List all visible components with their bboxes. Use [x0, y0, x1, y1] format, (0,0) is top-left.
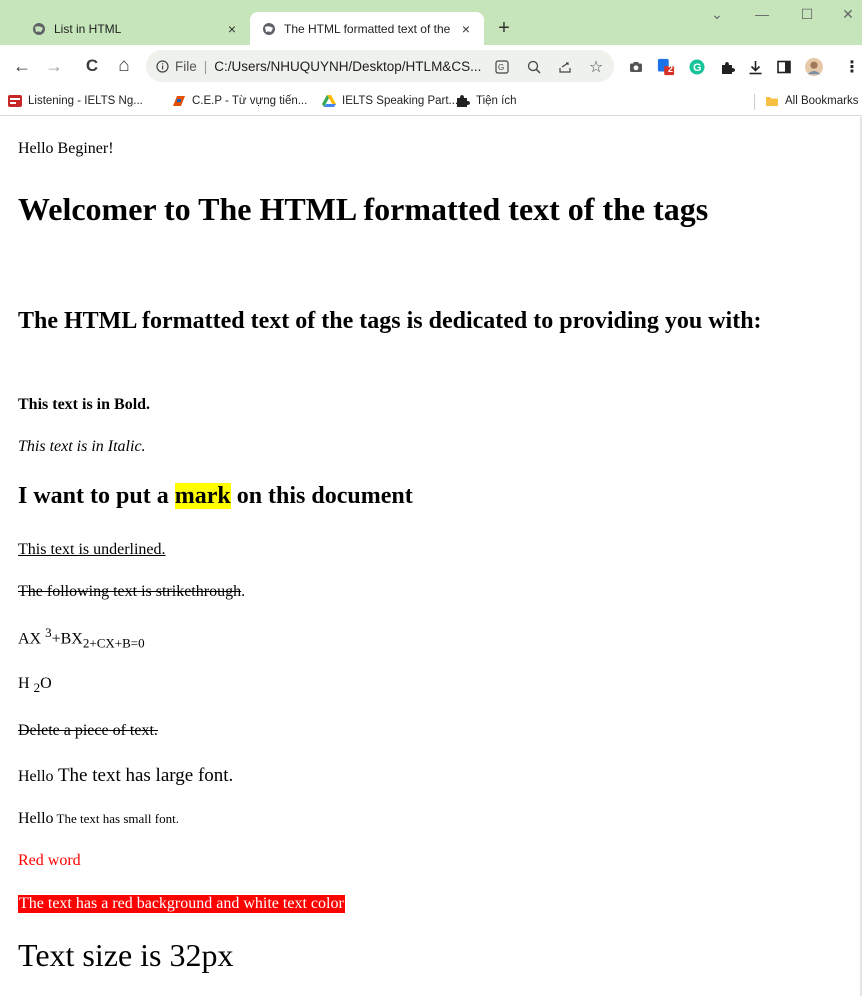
- reload-button[interactable]: C: [80, 54, 104, 78]
- underlined-text: This text is underlined.: [18, 541, 166, 558]
- share-icon[interactable]: [556, 58, 574, 76]
- download-icon[interactable]: [746, 58, 764, 76]
- large-font-text: The text has large font.: [53, 765, 234, 786]
- equation-subscript: 2+CX+B=0: [82, 635, 145, 651]
- equation-part-a: AX: [18, 630, 46, 648]
- bookmark-item[interactable]: C.E.P - Từ vựng tiến...: [172, 94, 307, 108]
- strikethrough-line: The following text is strikethrough.: [18, 583, 245, 601]
- forward-button[interactable]: →: [42, 54, 66, 78]
- red-background-text: The text has a red background and white …: [18, 895, 345, 913]
- extension-badge-count: 2: [668, 64, 674, 74]
- all-bookmarks-label: All Bookmarks: [785, 95, 859, 107]
- small-font-line: Hello The text has small font.: [18, 810, 179, 828]
- tab-search-icon[interactable]: ⌄: [705, 6, 729, 23]
- tab-formatted-text[interactable]: The HTML formatted text of the ×: [250, 12, 484, 45]
- new-tab-button[interactable]: +: [492, 18, 516, 42]
- minimize-button[interactable]: —: [750, 6, 774, 22]
- zoom-icon[interactable]: [525, 58, 543, 76]
- mark-heading-before: I want to put a: [18, 483, 175, 509]
- large-font-line: Hello The text has large font.: [18, 765, 233, 787]
- mark-heading-after: on this document: [230, 483, 413, 509]
- tab-title: List in HTML: [54, 21, 122, 36]
- globe-icon: [33, 22, 45, 35]
- strikethrough-text: The following text is strikethrough: [18, 583, 242, 600]
- url-scheme-label: File: [175, 58, 197, 74]
- equation-text: AX 3+BX2+CX+B=0: [18, 625, 145, 652]
- home-button[interactable]: ⌂: [112, 54, 136, 78]
- close-window-button[interactable]: ✕: [836, 6, 860, 23]
- cep-favicon-icon: [173, 96, 185, 106]
- info-icon: [156, 59, 169, 73]
- puzzle-icon: [457, 95, 470, 107]
- page-heading: Welcomer to The HTML formatted text of t…: [18, 191, 709, 227]
- mark-heading: I want to put a mark on this document: [18, 482, 838, 511]
- bookmarks-divider: [754, 94, 755, 110]
- deleted-text-line: Delete a piece of text.: [18, 722, 158, 740]
- google-drive-icon: [322, 95, 336, 107]
- camera-extension-icon[interactable]: [627, 58, 645, 76]
- highlighted-mark: mark: [174, 483, 231, 509]
- ielts-favicon-icon: [8, 95, 22, 107]
- extension-badge-icon[interactable]: 2: [657, 58, 675, 76]
- red-word-text: Red word: [18, 852, 81, 869]
- water-h: H: [18, 675, 34, 692]
- extensions-puzzle-icon[interactable]: [718, 58, 736, 76]
- all-bookmarks-button[interactable]: All Bookmarks: [765, 94, 859, 108]
- bookmark-label: C.E.P - Từ vựng tiến...: [192, 95, 308, 107]
- tab-strip: List in HTML × The HTML formatted text o…: [0, 0, 862, 45]
- bookmark-label: IELTS Speaking Part...: [342, 95, 459, 107]
- bold-text: This text is in Bold.: [18, 396, 151, 413]
- svg-text:G: G: [498, 63, 504, 72]
- bookmark-item[interactable]: IELTS Speaking Part...: [322, 94, 458, 108]
- bookmark-star-icon[interactable]: ☆: [587, 58, 605, 76]
- tab-close-icon[interactable]: ×: [458, 21, 474, 37]
- section-heading: The HTML formatted text of the tags is d…: [18, 308, 762, 334]
- red-background-line: The text has a red background and white …: [18, 895, 345, 913]
- back-button[interactable]: ←: [10, 54, 34, 78]
- italic-text: This text is in Italic.: [18, 438, 146, 455]
- menu-kebab-icon[interactable]: ⋮: [843, 58, 861, 76]
- small-hello: Hello: [18, 810, 54, 827]
- page-content: Hello Beginer! Welcomer to The HTML form…: [0, 117, 862, 996]
- side-panel-icon[interactable]: [775, 58, 793, 76]
- grammarly-icon[interactable]: G: [688, 58, 706, 76]
- water-o: O: [40, 675, 52, 692]
- url-separator: |: [203, 58, 208, 74]
- translate-icon[interactable]: G: [493, 58, 511, 76]
- tab-title: The HTML formatted text of the: [284, 21, 451, 36]
- address-bar[interactable]: File | C:/Users/NHUQUYNH/Desktop/HTLM&CS…: [146, 50, 614, 82]
- size-32-text: Text size is 32px: [18, 937, 234, 973]
- small-font-text: The text has small font.: [53, 811, 179, 826]
- folder-icon: [766, 97, 778, 106]
- greeting-text: Hello Beginer!: [18, 140, 114, 157]
- strikethrough-period: .: [241, 583, 246, 600]
- tab-close-icon[interactable]: ×: [224, 21, 240, 37]
- browser-toolbar: ← → C ⌂ File | C:/Users/NHUQUYNH/Desktop…: [0, 45, 862, 88]
- profile-avatar[interactable]: [805, 58, 823, 76]
- bookmark-item[interactable]: Listening - IELTS Ng...: [8, 94, 143, 108]
- tab-list-in-html[interactable]: List in HTML ×: [20, 12, 250, 45]
- bookmark-item[interactable]: Tiện ích: [456, 94, 516, 108]
- water-formula: H 2O: [18, 675, 52, 696]
- large-hello: Hello: [18, 768, 54, 785]
- bookmark-label: Tiện ích: [476, 95, 517, 107]
- deleted-text: Delete a piece of text.: [18, 722, 158, 739]
- globe-icon: [263, 22, 275, 35]
- svg-text:G: G: [693, 62, 702, 74]
- bookmarks-bar: Listening - IELTS Ng... C.E.P - Từ vựng …: [0, 88, 862, 116]
- equation-part-b: +BX: [51, 630, 83, 648]
- url-text[interactable]: C:/Users/NHUQUYNH/Desktop/HTLM&CS...: [214, 59, 514, 74]
- restore-button[interactable]: ☐: [795, 6, 819, 23]
- bookmark-label: Listening - IELTS Ng...: [28, 95, 143, 107]
